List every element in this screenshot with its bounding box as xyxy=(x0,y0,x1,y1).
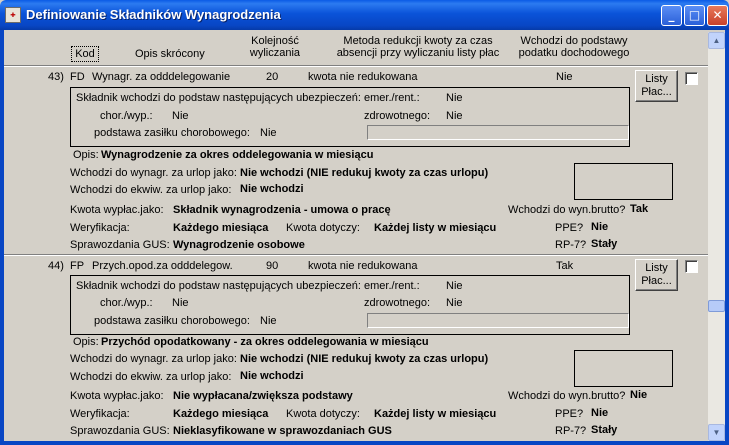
rp7-label: RP-7? xyxy=(555,239,587,251)
blank-box xyxy=(574,163,673,200)
title-bar[interactable]: ✚ Definiowanie Składników Wynagrodzenia … xyxy=(0,0,729,30)
description-value[interactable]: Wynagrodzenie za okres oddelegowania w m… xyxy=(101,149,373,161)
record-checkbox[interactable] xyxy=(685,72,698,85)
equivalent-label: Wchodzi do ekwiw. za urlop jako: xyxy=(70,184,232,196)
pension-value[interactable]: Nie xyxy=(446,92,463,104)
record-short-desc[interactable]: Wynagr. za odddelegowanie xyxy=(92,71,230,83)
pension-label: emer./rent.: xyxy=(364,92,420,104)
gross-value[interactable]: Tak xyxy=(630,203,648,215)
description-label: Opis: xyxy=(73,149,99,161)
sick-benefit-label: podstawa zasiłku chorobowego: xyxy=(94,127,250,139)
ppe-value[interactable]: Nie xyxy=(591,221,608,233)
record-code[interactable]: FP xyxy=(70,260,84,272)
vertical-scrollbar[interactable]: ▲ ▼ xyxy=(708,32,725,441)
extra-field[interactable] xyxy=(367,313,629,328)
applies-value[interactable]: Każdej listy w miesiącu xyxy=(374,408,496,420)
equivalent-value[interactable]: Nie wchodzi xyxy=(240,370,304,382)
gus-label: Sprawozdania GUS: xyxy=(70,239,170,251)
scroll-thumb[interactable] xyxy=(708,300,725,312)
verification-value[interactable]: Każdego miesiąca xyxy=(173,408,268,420)
app-icon[interactable]: ✚ xyxy=(5,7,21,23)
vacation-value[interactable]: Nie wchodzi (NIE redukuj kwoty za czas u… xyxy=(240,353,488,365)
header-opis[interactable]: Opis skrócony xyxy=(135,48,205,60)
extra-field[interactable] xyxy=(367,125,629,140)
applies-label: Kwota dotyczy: xyxy=(286,222,360,234)
vacation-value[interactable]: Nie wchodzi (NIE redukuj kwoty za czas u… xyxy=(240,167,488,179)
payout-label: Kwota wypłac.jako: xyxy=(70,204,164,216)
applies-label: Kwota dotyczy: xyxy=(286,408,360,420)
pension-value[interactable]: Nie xyxy=(446,280,463,292)
gus-label: Sprawozdania GUS: xyxy=(70,425,170,437)
ppe-label: PPE? xyxy=(555,222,584,234)
rp7-value[interactable]: Stały xyxy=(591,424,617,436)
header-kolejnosc-line1[interactable]: Kolejność xyxy=(240,35,310,47)
record-code[interactable]: FD xyxy=(70,71,85,83)
window-title: Definiowanie Składników Wynagrodzenia xyxy=(26,7,281,22)
vacation-label: Wchodzi do wynagr. za urlop jako: xyxy=(70,353,237,365)
close-button[interactable]: ✕ xyxy=(707,5,728,26)
equivalent-label: Wchodzi do ekwiw. za urlop jako: xyxy=(70,371,232,383)
payout-value[interactable]: Składnik wynagrodzenia - umowa o pracę xyxy=(173,204,391,216)
health-value[interactable]: Nie xyxy=(446,110,463,122)
header-podatek-line2[interactable]: podatku dochodowego xyxy=(514,47,634,59)
record-divider xyxy=(4,254,708,256)
sick-benefit-value[interactable]: Nie xyxy=(260,315,277,327)
ppe-value[interactable]: Nie xyxy=(591,407,608,419)
blank-box xyxy=(574,350,673,387)
record-tax-base[interactable]: Tak xyxy=(556,260,573,272)
record-order[interactable]: 90 xyxy=(266,260,278,272)
maximize-button[interactable]: □ xyxy=(684,5,705,26)
payroll-lists-button[interactable]: Listy Płac... xyxy=(635,259,678,291)
sickness-value[interactable]: Nie xyxy=(172,110,189,122)
sick-benefit-value[interactable]: Nie xyxy=(260,127,277,139)
verification-label: Weryfikacja: xyxy=(70,222,130,234)
record-order[interactable]: 20 xyxy=(266,71,278,83)
minimize-button[interactable]: _ xyxy=(661,5,682,26)
insurance-label: Składnik wchodzi do podstaw następującyc… xyxy=(76,92,361,104)
sick-benefit-label: podstawa zasiłku chorobowego: xyxy=(94,315,250,327)
vacation-label: Wchodzi do wynagr. za urlop jako: xyxy=(70,167,237,179)
health-label: zdrowotnego: xyxy=(364,297,431,309)
header-kolejnosc-line2[interactable]: wyliczania xyxy=(240,47,310,59)
pension-label: emer./rent.: xyxy=(364,280,420,292)
verification-label: Weryfikacja: xyxy=(70,408,130,420)
scroll-down-button[interactable]: ▼ xyxy=(708,424,725,441)
header-podatek-line1[interactable]: Wchodzi do podstawy xyxy=(514,35,634,47)
description-value[interactable]: Przychód opodatkowany - za okres oddeleg… xyxy=(101,336,429,348)
rp7-value[interactable]: Stały xyxy=(591,238,617,250)
gus-value[interactable]: Wynagrodzenie osobowe xyxy=(173,239,305,251)
ppe-label: PPE? xyxy=(555,408,584,420)
description-label: Opis: xyxy=(73,336,99,348)
scroll-up-button[interactable]: ▲ xyxy=(708,32,725,49)
record-reduction-method[interactable]: kwota nie redukowana xyxy=(308,260,417,272)
equivalent-value[interactable]: Nie wchodzi xyxy=(240,183,304,195)
header-metoda-line2[interactable]: absencji przy wyliczaniu listy płac xyxy=(322,47,514,59)
payout-label: Kwota wypłac.jako: xyxy=(70,390,164,402)
gross-label: Wchodzi do wyn.brutto? xyxy=(508,390,626,402)
header-kod[interactable]: Kod xyxy=(71,46,99,62)
verification-value[interactable]: Każdego miesiąca xyxy=(173,222,268,234)
sickness-label: chor./wyp.: xyxy=(100,297,153,309)
health-value[interactable]: Nie xyxy=(446,297,463,309)
gus-value[interactable]: Nieklasyfikowane w sprawozdaniach GUS xyxy=(173,425,392,437)
record-number: 43) xyxy=(48,71,64,83)
payroll-lists-button[interactable]: Listy Płac... xyxy=(635,70,678,102)
header-metoda-line1[interactable]: Metoda redukcji kwoty za czas xyxy=(322,35,514,47)
gross-label: Wchodzi do wyn.brutto? xyxy=(508,204,626,216)
applies-value[interactable]: Każdej listy w miesiącu xyxy=(374,222,496,234)
record-reduction-method[interactable]: kwota nie redukowana xyxy=(308,71,417,83)
record-number: 44) xyxy=(48,260,64,272)
header-divider xyxy=(4,65,708,67)
record-tax-base[interactable]: Nie xyxy=(556,71,573,83)
sickness-value[interactable]: Nie xyxy=(172,297,189,309)
insurance-label: Składnik wchodzi do podstaw następującyc… xyxy=(76,280,361,292)
record-checkbox[interactable] xyxy=(685,260,698,273)
gross-value[interactable]: Nie xyxy=(630,389,647,401)
payout-value[interactable]: Nie wypłacana/zwiększa podstawy xyxy=(173,390,353,402)
rp7-label: RP-7? xyxy=(555,425,587,437)
components-list: Kod Opis skrócony Kolejność wyliczania M… xyxy=(4,32,708,441)
record-short-desc[interactable]: Przych.opod.za odddelegow. xyxy=(92,260,233,272)
sickness-label: chor./wyp.: xyxy=(100,110,153,122)
health-label: zdrowotnego: xyxy=(364,110,431,122)
